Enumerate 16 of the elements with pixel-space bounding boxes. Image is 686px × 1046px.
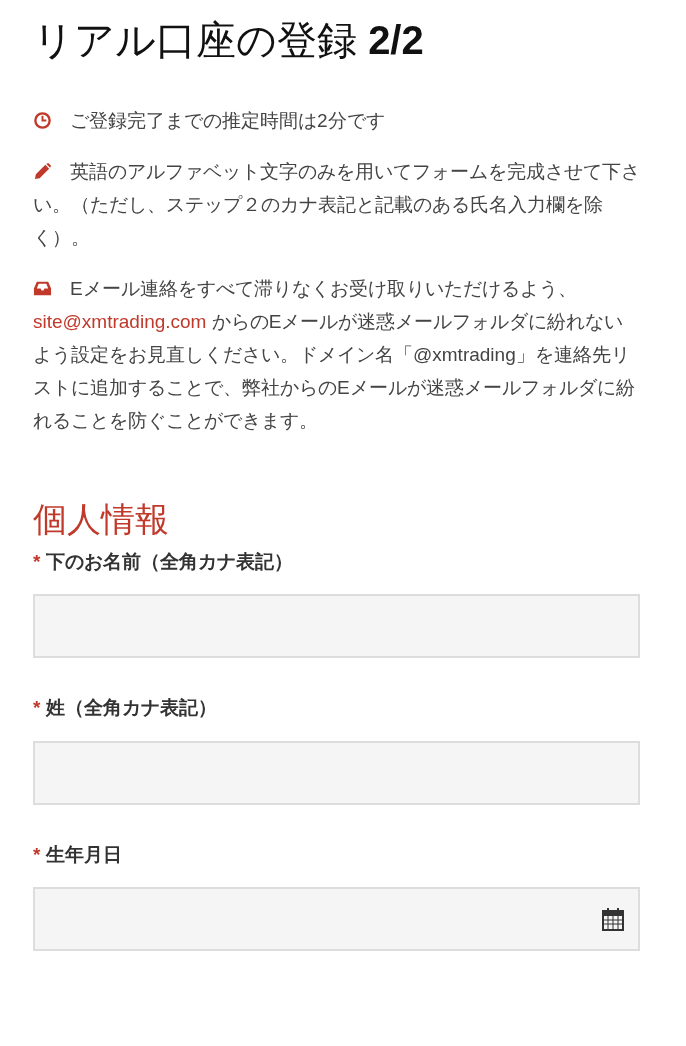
clock-icon (33, 111, 52, 130)
section-title: 個人情報 (33, 499, 170, 540)
field-label: * 姓（全角カナ表記） (33, 696, 219, 721)
inbox-icon (33, 279, 52, 298)
field-label: * 生年月日 (33, 842, 124, 867)
field-label: * 下のお名前（全角カナ表記） (33, 549, 295, 574)
page-title: リアル口座の登録 2/2 (33, 17, 425, 64)
note-text: 英語のアルファベット文字のみを用いてフォームを完成させて下さい。（ただし、ステップ２のカナ表記と記載のある氏名入力欄を除く）。 (33, 160, 640, 250)
date-field[interactable] (33, 887, 640, 952)
note-text: ご登録完了までの推定時間は2分です (33, 104, 640, 137)
pencil-icon (33, 162, 52, 181)
note-text: Eメール連絡をすべて滞りなくお受け取りいただけるよう、 site@xmtrading.com からのEメールが迷惑メールフォルダに紛れないよう設定をお見直しください。ドメイン名「@xmtrading」を連絡先リストに追加することで、弊社からのEメールが迷惑メールフォルダに紛れることを防ぐことができます。 (33, 277, 636, 433)
input-field[interactable] (33, 594, 640, 659)
input-field[interactable] (33, 740, 640, 805)
calendar-icon[interactable] (602, 907, 624, 932)
email-link[interactable]: site@xmtrading.com (33, 311, 207, 332)
